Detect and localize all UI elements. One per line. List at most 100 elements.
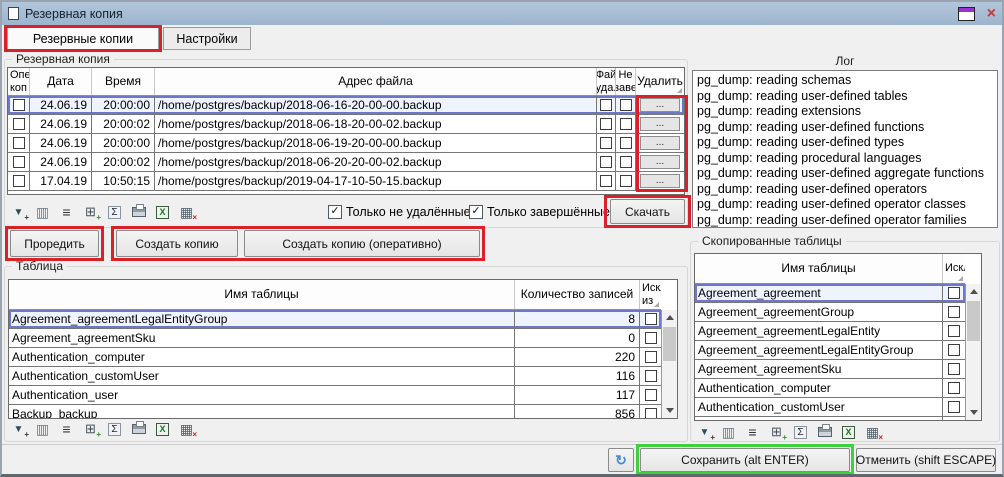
not-finished-checkbox[interactable] [620,99,632,111]
download-button[interactable]: Скачать [610,199,685,224]
exclude-checkbox[interactable] [645,332,657,344]
table-row[interactable]: Authentication_customUser 116 [9,367,661,386]
sum-icon[interactable]: Σ [792,424,809,440]
column-header-delete[interactable]: Удалить [636,68,684,95]
filter-completed-checkbox[interactable]: ✓ Только завершённые [469,203,610,220]
file-deleted-checkbox[interactable] [600,99,612,111]
scroll-up-icon[interactable] [662,310,677,325]
exclude-checkbox[interactable] [948,325,960,337]
numbered-list-icon[interactable]: ≡ [744,424,761,440]
copied-table-row[interactable]: Agreement_agreementGroup [695,303,965,322]
not-finished-checkbox[interactable] [620,156,632,168]
filter-icon[interactable]: ▼+ [10,421,27,437]
numbered-list-icon[interactable]: ≡ [58,204,75,220]
column-header-operational[interactable]: Опе коп [8,68,30,95]
backup-row[interactable]: 24.06.19 20:00:02 /home/postgres/backup/… [8,115,684,134]
exclude-checkbox[interactable] [948,363,960,375]
file-deleted-checkbox[interactable] [600,137,612,149]
exclude-checkbox[interactable] [948,344,960,356]
column-header-table-name[interactable]: Имя таблицы [695,254,943,283]
file-deleted-checkbox[interactable] [600,118,612,130]
scrollbar-thumb[interactable] [663,327,676,361]
sum-icon[interactable]: Σ [106,421,123,437]
exclude-checkbox[interactable] [645,389,657,401]
copied-table-row[interactable]: Agreement_agreementSku [695,360,965,379]
delete-row-button[interactable]: ... [640,98,680,112]
not-finished-checkbox[interactable] [620,137,632,149]
titlebar[interactable]: Резервная копия × [2,2,1002,25]
backup-row[interactable]: 24.06.19 20:00:02 /home/postgres/backup/… [8,153,684,172]
exclude-checkbox[interactable] [948,382,960,394]
scroll-down-icon[interactable] [966,405,981,420]
scrollbar-thumb[interactable] [967,301,980,341]
remove-column-icon[interactable]: ▦× [864,424,881,440]
save-button[interactable]: Сохранить (alt ENTER) [640,448,850,472]
column-header-record-count[interactable]: Количество записей [515,280,640,309]
scroll-up-icon[interactable] [966,284,981,299]
copied-table-row[interactable]: Authentication_customUser [695,398,965,417]
row-checkbox[interactable] [13,99,25,111]
print-icon[interactable] [130,421,147,437]
copied-table-row[interactable]: Authentication_computer [695,379,965,398]
create-copy-operational-button[interactable]: Создать копию (оперативно) [244,230,480,257]
excel-export-icon[interactable]: X [840,424,857,440]
print-icon[interactable] [816,424,833,440]
table-row[interactable]: Authentication_computer 220 [9,348,661,367]
delete-row-button[interactable]: ... [640,174,680,188]
log-list[interactable]: pg_dump: reading schemas pg_dump: readin… [692,70,998,228]
delete-row-button[interactable]: ... [640,117,680,131]
file-deleted-checkbox[interactable] [600,175,612,187]
remove-column-icon[interactable]: ▦× [178,204,195,220]
column-header-date[interactable]: Дата [30,68,92,95]
not-finished-checkbox[interactable] [620,175,632,187]
column-header-exclude[interactable]: Искл из [640,280,661,309]
column-chooser-icon[interactable]: ▥ [720,424,737,440]
row-checkbox[interactable] [13,118,25,130]
table-row[interactable]: Authentication_user 117 [9,386,661,405]
column-header-time[interactable]: Время [92,68,155,95]
column-header-file-deleted[interactable]: Фай уда. [597,68,616,95]
backup-row[interactable]: 24.06.19 20:00:00 /home/postgres/backup/… [8,96,684,115]
row-checkbox[interactable] [13,156,25,168]
maximize-icon[interactable] [958,7,975,21]
file-deleted-checkbox[interactable] [600,156,612,168]
filter-icon[interactable]: ▼+ [10,204,27,220]
copied-table-row[interactable]: Authentication_user [695,417,965,421]
exclude-checkbox[interactable] [645,408,657,419]
exclude-checkbox[interactable] [948,420,960,421]
create-copy-button[interactable]: Создать копию [116,230,238,257]
tab-backup-copies[interactable]: Резервные копии [7,27,159,50]
filter-icon[interactable]: ▼+ [696,424,713,440]
table-row[interactable]: Agreement_agreementSku 0 [9,329,661,348]
table-row[interactable]: Backup_backup 856 [9,405,661,419]
delete-row-button[interactable]: ... [640,136,680,150]
column-header-exclude[interactable]: Искл [943,254,965,283]
tables-grid-scrollbar[interactable] [661,310,677,418]
exclude-checkbox[interactable] [645,313,657,325]
copied-table-row[interactable]: Agreement_agreementLegalEntityGroup [695,341,965,360]
calculator-icon[interactable]: ⊞+ [768,424,785,440]
sum-icon[interactable]: Σ [106,204,123,220]
copied-table-row[interactable]: Agreement_agreementLegalEntity [695,322,965,341]
cancel-button[interactable]: Отменить (shift ESCAPE) [856,448,996,472]
filter-not-deleted-checkbox[interactable]: ✓ Только не удалённые [328,203,471,220]
column-header-table-name[interactable]: Имя таблицы [9,280,515,309]
copied-table-row[interactable]: Agreement_agreement [695,284,965,303]
column-chooser-icon[interactable]: ▥ [34,421,51,437]
exclude-checkbox[interactable] [645,370,657,382]
remove-column-icon[interactable]: ▦× [178,421,195,437]
excel-export-icon[interactable]: X [154,421,171,437]
scroll-down-icon[interactable] [662,403,677,418]
copied-tables-grid-scrollbar[interactable] [965,284,981,420]
backup-row[interactable]: 17.04.19 10:50:15 /home/postgres/backup/… [8,172,684,191]
not-finished-checkbox[interactable] [620,118,632,130]
column-header-file-path[interactable]: Адрес файла [155,68,597,95]
exclude-checkbox[interactable] [948,401,960,413]
calculator-icon[interactable]: ⊞+ [82,204,99,220]
excel-export-icon[interactable]: X [154,204,171,220]
refresh-button[interactable]: ↻ [608,448,634,472]
row-checkbox[interactable] [13,175,25,187]
column-header-not-finished[interactable]: Не заве [616,68,636,95]
backup-row[interactable]: 24.06.19 20:00:00 /home/postgres/backup/… [8,134,684,153]
exclude-checkbox[interactable] [948,287,960,299]
